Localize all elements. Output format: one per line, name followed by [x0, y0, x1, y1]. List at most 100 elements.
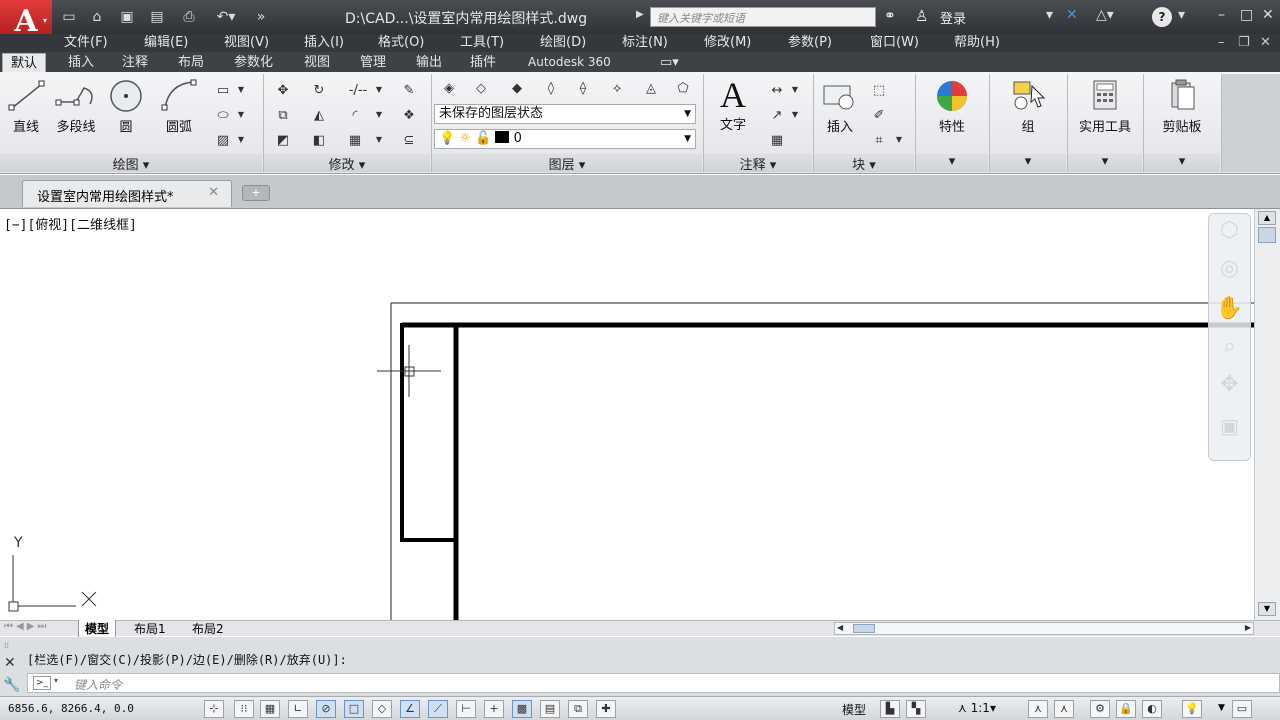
login-button[interactable]: 登录	[940, 8, 966, 27]
array-icon[interactable]: ▦	[344, 130, 366, 150]
annotation-monitor-icon[interactable]: ✚	[596, 700, 616, 718]
annotation-panel-title[interactable]: 注释 ▾	[704, 154, 812, 173]
hardware-acceleration-icon[interactable]: ◐	[1142, 700, 1162, 718]
rectangle-icon[interactable]: ▭	[212, 80, 234, 100]
infer-constraints-icon[interactable]: ⊹	[204, 700, 224, 718]
coordinates-readout[interactable]: 6856.6, 8266.4, 0.0	[8, 702, 134, 715]
layer-off-icon[interactable]: ◆	[506, 78, 528, 98]
fillet-icon[interactable]: ◜	[344, 105, 366, 125]
current-layer-dropdown[interactable]: 💡 ☼ 🔓 0 ▼	[434, 129, 696, 149]
lineweight-icon[interactable]: +	[484, 700, 504, 718]
grip-icon[interactable]: ⁞⁞	[4, 641, 9, 650]
leader-icon[interactable]: ↗	[766, 105, 788, 125]
object-snap-icon[interactable]: □	[344, 700, 364, 718]
text-button[interactable]: A 文字	[710, 76, 756, 133]
otrack-icon[interactable]: ∠	[400, 700, 420, 718]
doc-minimize-icon[interactable]: –	[1218, 34, 1225, 52]
maximize-icon[interactable]: □	[1240, 7, 1253, 23]
scroll-up-icon[interactable]: ▲	[1258, 211, 1276, 225]
menu-parametric[interactable]: 参数(P)	[788, 34, 832, 52]
layer-copy-icon[interactable]: ⬠	[672, 78, 694, 98]
layer-walk-icon[interactable]: ⟡	[606, 78, 628, 98]
menu-edit[interactable]: 编辑(E)	[144, 34, 188, 52]
menu-dimension[interactable]: 标注(N)	[622, 34, 668, 52]
scale-icon[interactable]: ◧	[308, 130, 330, 150]
polyline-button[interactable]: 多段线	[52, 78, 100, 135]
hatch-icon[interactable]: ▨	[212, 130, 234, 150]
undo-icon[interactable]: ↶▾	[212, 8, 240, 26]
quick-properties-icon[interactable]: ▤	[540, 700, 560, 718]
scroll-down-icon[interactable]: ▼	[1258, 602, 1276, 616]
vertical-scrollbar[interactable]: ▲ ▼	[1254, 209, 1280, 620]
copy-icon[interactable]: ⧉	[272, 105, 294, 125]
save-icon[interactable]: ▣	[118, 8, 136, 26]
insert-block-button[interactable]: 插入	[818, 80, 862, 135]
draw-panel-title[interactable]: 绘图 ▾	[0, 154, 262, 173]
explode-icon[interactable]: ❖	[398, 105, 420, 125]
steering-wheel-icon[interactable]: ◎	[1210, 256, 1249, 281]
ellipse-icon[interactable]: ⬭	[212, 105, 234, 125]
chevron-down-icon[interactable]: ▼	[790, 80, 800, 100]
properties-button[interactable]: 特性	[924, 78, 980, 135]
clean-screen-icon[interactable]: ▭	[1232, 700, 1252, 718]
close-command-line-icon[interactable]: ✕	[4, 655, 16, 671]
exchange-icon[interactable]: ✕	[1066, 7, 1078, 23]
tab-view[interactable]: 视图	[296, 53, 338, 72]
menu-window[interactable]: 窗口(W)	[870, 34, 919, 52]
grid-icon[interactable]: ▦	[260, 700, 280, 718]
tab-parametric[interactable]: 参数化	[226, 53, 281, 72]
chevron-down-icon[interactable]: ▼	[1218, 703, 1225, 713]
transparency-icon[interactable]: ▩	[512, 700, 532, 718]
stretch-icon[interactable]: ◩	[272, 130, 294, 150]
menu-view[interactable]: 视图(V)	[224, 34, 269, 52]
trim-icon[interactable]: -/--	[344, 80, 372, 100]
menu-format[interactable]: 格式(O)	[378, 34, 424, 52]
drawing-canvas[interactable]: [−][俯视][二维线框] Y	[0, 209, 1254, 620]
a360-icon[interactable]: △▾	[1096, 7, 1114, 23]
snap-mode-icon[interactable]: ⁝⁝	[234, 700, 254, 718]
layer-properties-icon[interactable]: ◈	[438, 78, 460, 98]
lock-ui-icon[interactable]: 🔒	[1116, 700, 1136, 718]
menu-help[interactable]: 帮助(H)	[954, 34, 1000, 52]
layer-match-icon[interactable]: ⟠	[572, 78, 594, 98]
properties-panel-title[interactable]: ▾	[916, 154, 988, 172]
chevron-down-icon[interactable]: ▼	[790, 105, 800, 125]
quick-view-drawings-icon[interactable]: ▚	[906, 700, 926, 718]
ribbon-toggle-icon[interactable]: ▭▾	[652, 53, 687, 72]
chevron-down-icon[interactable]: ▼	[374, 130, 384, 150]
block-attribute-icon[interactable]: ⌗	[868, 130, 890, 150]
scroll-thumb[interactable]	[1258, 227, 1276, 243]
menu-draw[interactable]: 绘图(D)	[540, 34, 586, 52]
annotation-visibility-icon[interactable]: ⋏	[1028, 700, 1048, 718]
customize-icon[interactable]: 🔧	[3, 677, 20, 693]
menu-tools[interactable]: 工具(T)	[460, 34, 504, 52]
annotation-scale[interactable]: ⋏ 1:1▾	[958, 701, 996, 715]
scroll-left-icon[interactable]: ◀	[837, 623, 843, 632]
zoom-icon[interactable]: ⌕	[1210, 334, 1249, 359]
move-icon[interactable]: ✥	[272, 80, 294, 100]
block-panel-title[interactable]: 块 ▾	[814, 154, 914, 173]
isolate-objects-icon[interactable]: 💡	[1182, 700, 1202, 718]
command-prompt-icon[interactable]: >_	[33, 676, 51, 690]
chevron-down-icon[interactable]: ▾	[54, 676, 58, 685]
tab-model[interactable]: 模型	[78, 620, 117, 638]
line-button[interactable]: 直线	[4, 78, 48, 135]
tab-home[interactable]: 默认	[2, 53, 47, 72]
doc-close-icon[interactable]: ✕	[1260, 34, 1271, 52]
dynamic-input-icon[interactable]: ⊢	[456, 700, 476, 718]
model-space-button[interactable]: 模型	[842, 701, 866, 718]
arc-button[interactable]: 圆弧	[156, 78, 202, 135]
layer-freeze-icon[interactable]: ◊	[540, 78, 562, 98]
groups-panel-title[interactable]: ▾	[990, 154, 1066, 172]
layer-isolate-icon[interactable]: ◇	[470, 78, 492, 98]
circle-button[interactable]: 圆	[104, 78, 148, 135]
menu-file[interactable]: 文件(F)	[64, 34, 108, 52]
clipboard-button[interactable]: 剪贴板	[1150, 78, 1214, 135]
3d-osnap-icon[interactable]: ◇	[372, 700, 392, 718]
save-as-icon[interactable]: ▤	[148, 8, 166, 26]
menu-modify[interactable]: 修改(M)	[704, 34, 751, 52]
chevron-down-icon[interactable]: ▾	[1046, 7, 1053, 23]
offset-icon[interactable]: ⊆	[398, 130, 420, 150]
table-icon[interactable]: ▦	[766, 130, 788, 150]
orbit-icon[interactable]: ✥	[1210, 372, 1249, 397]
